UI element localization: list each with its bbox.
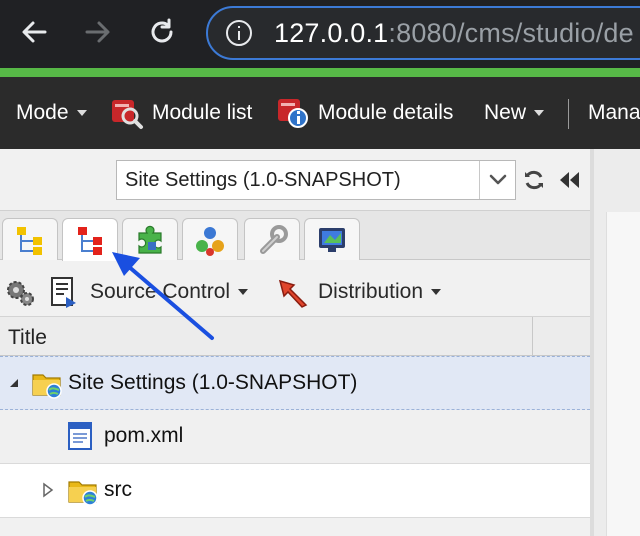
tree-row[interactable]: src [0,464,590,518]
distribution-icon [278,279,308,308]
tool-row: Source Control Distribution [0,268,590,316]
source-control-icon [51,277,76,308]
tree-row[interactable]: pom.xml [0,410,590,464]
page-load-bar [0,68,640,77]
right-panel-content [606,212,640,536]
manage-label: Mana [588,101,640,124]
collapsed-triangle-icon[interactable] [42,482,54,498]
site-folder-icon [32,374,62,399]
tree-row-label: Site Settings (1.0-SNAPSHOT) [68,371,358,394]
folder-icon [68,481,98,506]
tab-puzzle[interactable] [122,218,178,260]
module-details-label: Module details [318,101,454,124]
tab-monitor[interactable] [304,218,360,260]
mode-menu[interactable]: Mode [16,77,87,149]
gears-icon [7,281,34,306]
chevron-down-icon [76,110,87,116]
tab-site-tree[interactable] [2,218,58,260]
address-bar[interactable]: 127.0.0.1:8080/cms/studio/de [206,6,640,60]
site-select[interactable]: Site Settings (1.0-SNAPSHOT) [116,160,516,200]
chevron-down-icon[interactable] [479,161,515,199]
url-text: 127.0.0.1:8080/cms/studio/de [274,18,634,49]
info-icon[interactable] [226,20,252,46]
tree-column-header[interactable]: Title [0,316,590,357]
new-menu[interactable]: New [484,77,545,149]
source-control-menu[interactable]: Source Control [48,268,249,316]
module-list-icon [110,96,144,130]
module-details-button[interactable]: Module details [276,77,453,149]
browser-toolbar: 127.0.0.1:8080/cms/studio/de [0,0,640,68]
toolbar-divider [568,99,569,129]
red-tree-icon [78,227,102,255]
module-details-icon [276,96,310,130]
back-arrow-icon[interactable] [16,14,52,50]
module-list-button[interactable]: Module list [110,77,252,149]
site-select-value: Site Settings (1.0-SNAPSHOT) [125,169,401,191]
chevron-down-icon [534,110,545,116]
tree-row-label: src [104,478,132,501]
file-icon [68,422,92,450]
distribution-label: Distribution [318,280,424,303]
mode-label: Mode [16,101,69,124]
distribution-menu[interactable]: Distribution [276,268,442,316]
components-icon [196,226,224,256]
url-path: :8080/cms/studio/de [388,18,634,48]
column-resize-handle[interactable] [532,317,533,357]
expanded-triangle-icon[interactable] [8,377,20,389]
tree-row[interactable]: Site Settings (1.0-SNAPSHOT) [0,356,590,410]
url-host: 127.0.0.1 [274,18,389,48]
forward-arrow-icon[interactable] [80,14,116,50]
tree-row-label: pom.xml [104,424,184,447]
chevron-down-icon [238,289,249,295]
wrench-icon [260,224,288,254]
source-control-label: Source Control [90,280,231,303]
collapse-panel-icon[interactable] [556,168,582,192]
settings-gears-button[interactable] [4,268,36,316]
column-title: Title [8,326,47,349]
refresh-icon[interactable] [522,168,546,192]
manage-menu[interactable]: Mana [588,77,640,149]
site-tree-icon [17,226,42,255]
tab-components[interactable] [182,218,238,260]
chevron-down-icon [431,289,442,295]
module-list-label: Module list [152,101,253,124]
reload-icon[interactable] [144,14,180,50]
tab-wrench[interactable] [244,218,300,260]
monitor-icon [319,227,345,252]
app-toolbar: Mode Module list Module details New Mana [0,77,640,149]
new-label: New [484,101,527,124]
tab-red-tree[interactable] [62,218,118,261]
puzzle-icon [138,225,162,254]
